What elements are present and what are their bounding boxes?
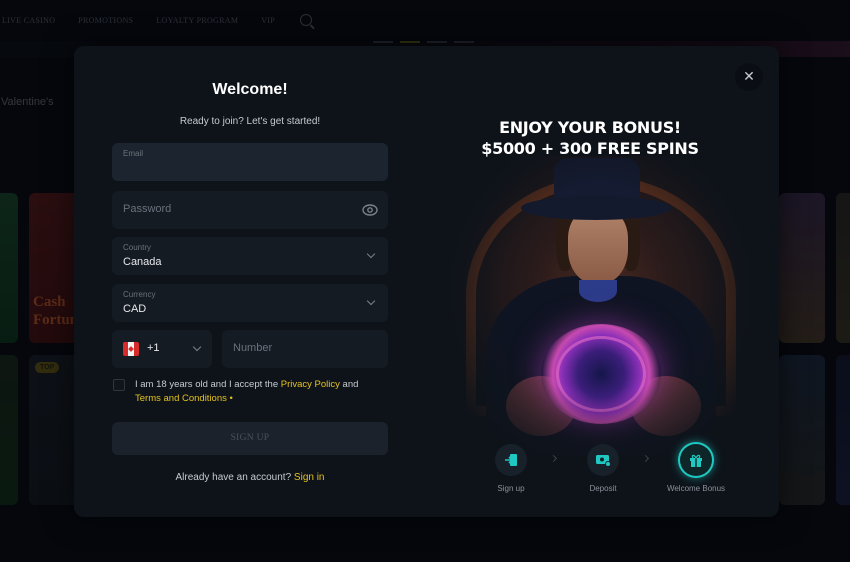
close-icon[interactable]: ✕ <box>735 63 763 91</box>
currency-label: Currency <box>123 290 156 299</box>
phone-code-select[interactable]: +1 <box>112 330 212 368</box>
sign-in-link[interactable]: Sign in <box>294 472 325 483</box>
email-label: Email <box>123 149 144 158</box>
already-text: Already have an account? <box>175 472 292 483</box>
currency-value: CAD <box>123 303 147 315</box>
password-placeholder: Password <box>123 203 172 215</box>
currency-select[interactable]: Currency CAD <box>112 284 388 322</box>
page: Live Casino Promotions Loyalty Program V… <box>0 0 850 562</box>
country-label: Country <box>123 243 152 252</box>
deposit-icon <box>587 444 619 476</box>
phone-number-placeholder: Number <box>233 342 273 354</box>
chevron-down-icon <box>192 342 202 352</box>
canada-flag-icon <box>123 342 139 356</box>
step-sign-up: Sign up <box>466 444 556 493</box>
bonus-headline: ENJOY YOUR BONUS! $5000 + 300 FREE SPINS <box>434 117 746 159</box>
chevron-down-icon <box>366 296 376 306</box>
step-welcome-bonus: Welcome Bonus <box>651 444 741 493</box>
step-label: Welcome Bonus <box>666 484 726 493</box>
modal-title: Welcome! <box>212 81 288 98</box>
signup-icon <box>495 444 527 476</box>
country-select[interactable]: Country Canada <box>112 237 388 275</box>
password-field[interactable]: Password <box>112 191 388 229</box>
magician-promo-image <box>446 156 756 456</box>
registration-form: Welcome! Ready to join? Let's get starte… <box>112 46 388 517</box>
consent-text: I am 18 years old and I accept the Priva… <box>135 378 385 406</box>
step-label: Sign up <box>497 484 525 493</box>
consent-text-before: I am 18 years old and I accept the <box>135 379 281 390</box>
onboarding-steps: Sign up Deposit Welcome Bonus <box>474 444 764 504</box>
bonus-line-1: ENJOY YOUR BONUS! <box>499 118 681 137</box>
sign-up-button[interactable]: SIGN UP <box>112 422 388 455</box>
consent-text-mid: and <box>339 379 359 390</box>
consent-checkbox[interactable] <box>113 379 125 391</box>
phone-code-value: +1 <box>147 342 160 354</box>
email-field[interactable]: Email <box>112 143 388 181</box>
vignette <box>446 156 756 456</box>
eye-icon[interactable] <box>362 203 378 217</box>
already-have-account: Already have an account? Sign in <box>112 472 388 483</box>
step-label: Deposit <box>589 484 617 493</box>
privacy-policy-link[interactable]: Privacy Policy <box>281 379 340 390</box>
phone-number-input[interactable]: Number <box>222 330 388 368</box>
country-value: Canada <box>123 256 162 268</box>
gift-icon <box>680 444 712 476</box>
chevron-down-icon <box>366 249 376 259</box>
modal-subtitle: Ready to join? Let's get started! <box>179 116 321 127</box>
registration-modal: Welcome! Ready to join? Let's get starte… <box>74 46 779 517</box>
bonus-line-2: $5000 + 300 FREE SPINS <box>481 139 699 158</box>
required-mark: • <box>226 393 233 404</box>
terms-link[interactable]: Terms and Conditions <box>135 393 227 404</box>
step-deposit: Deposit <box>558 444 648 493</box>
